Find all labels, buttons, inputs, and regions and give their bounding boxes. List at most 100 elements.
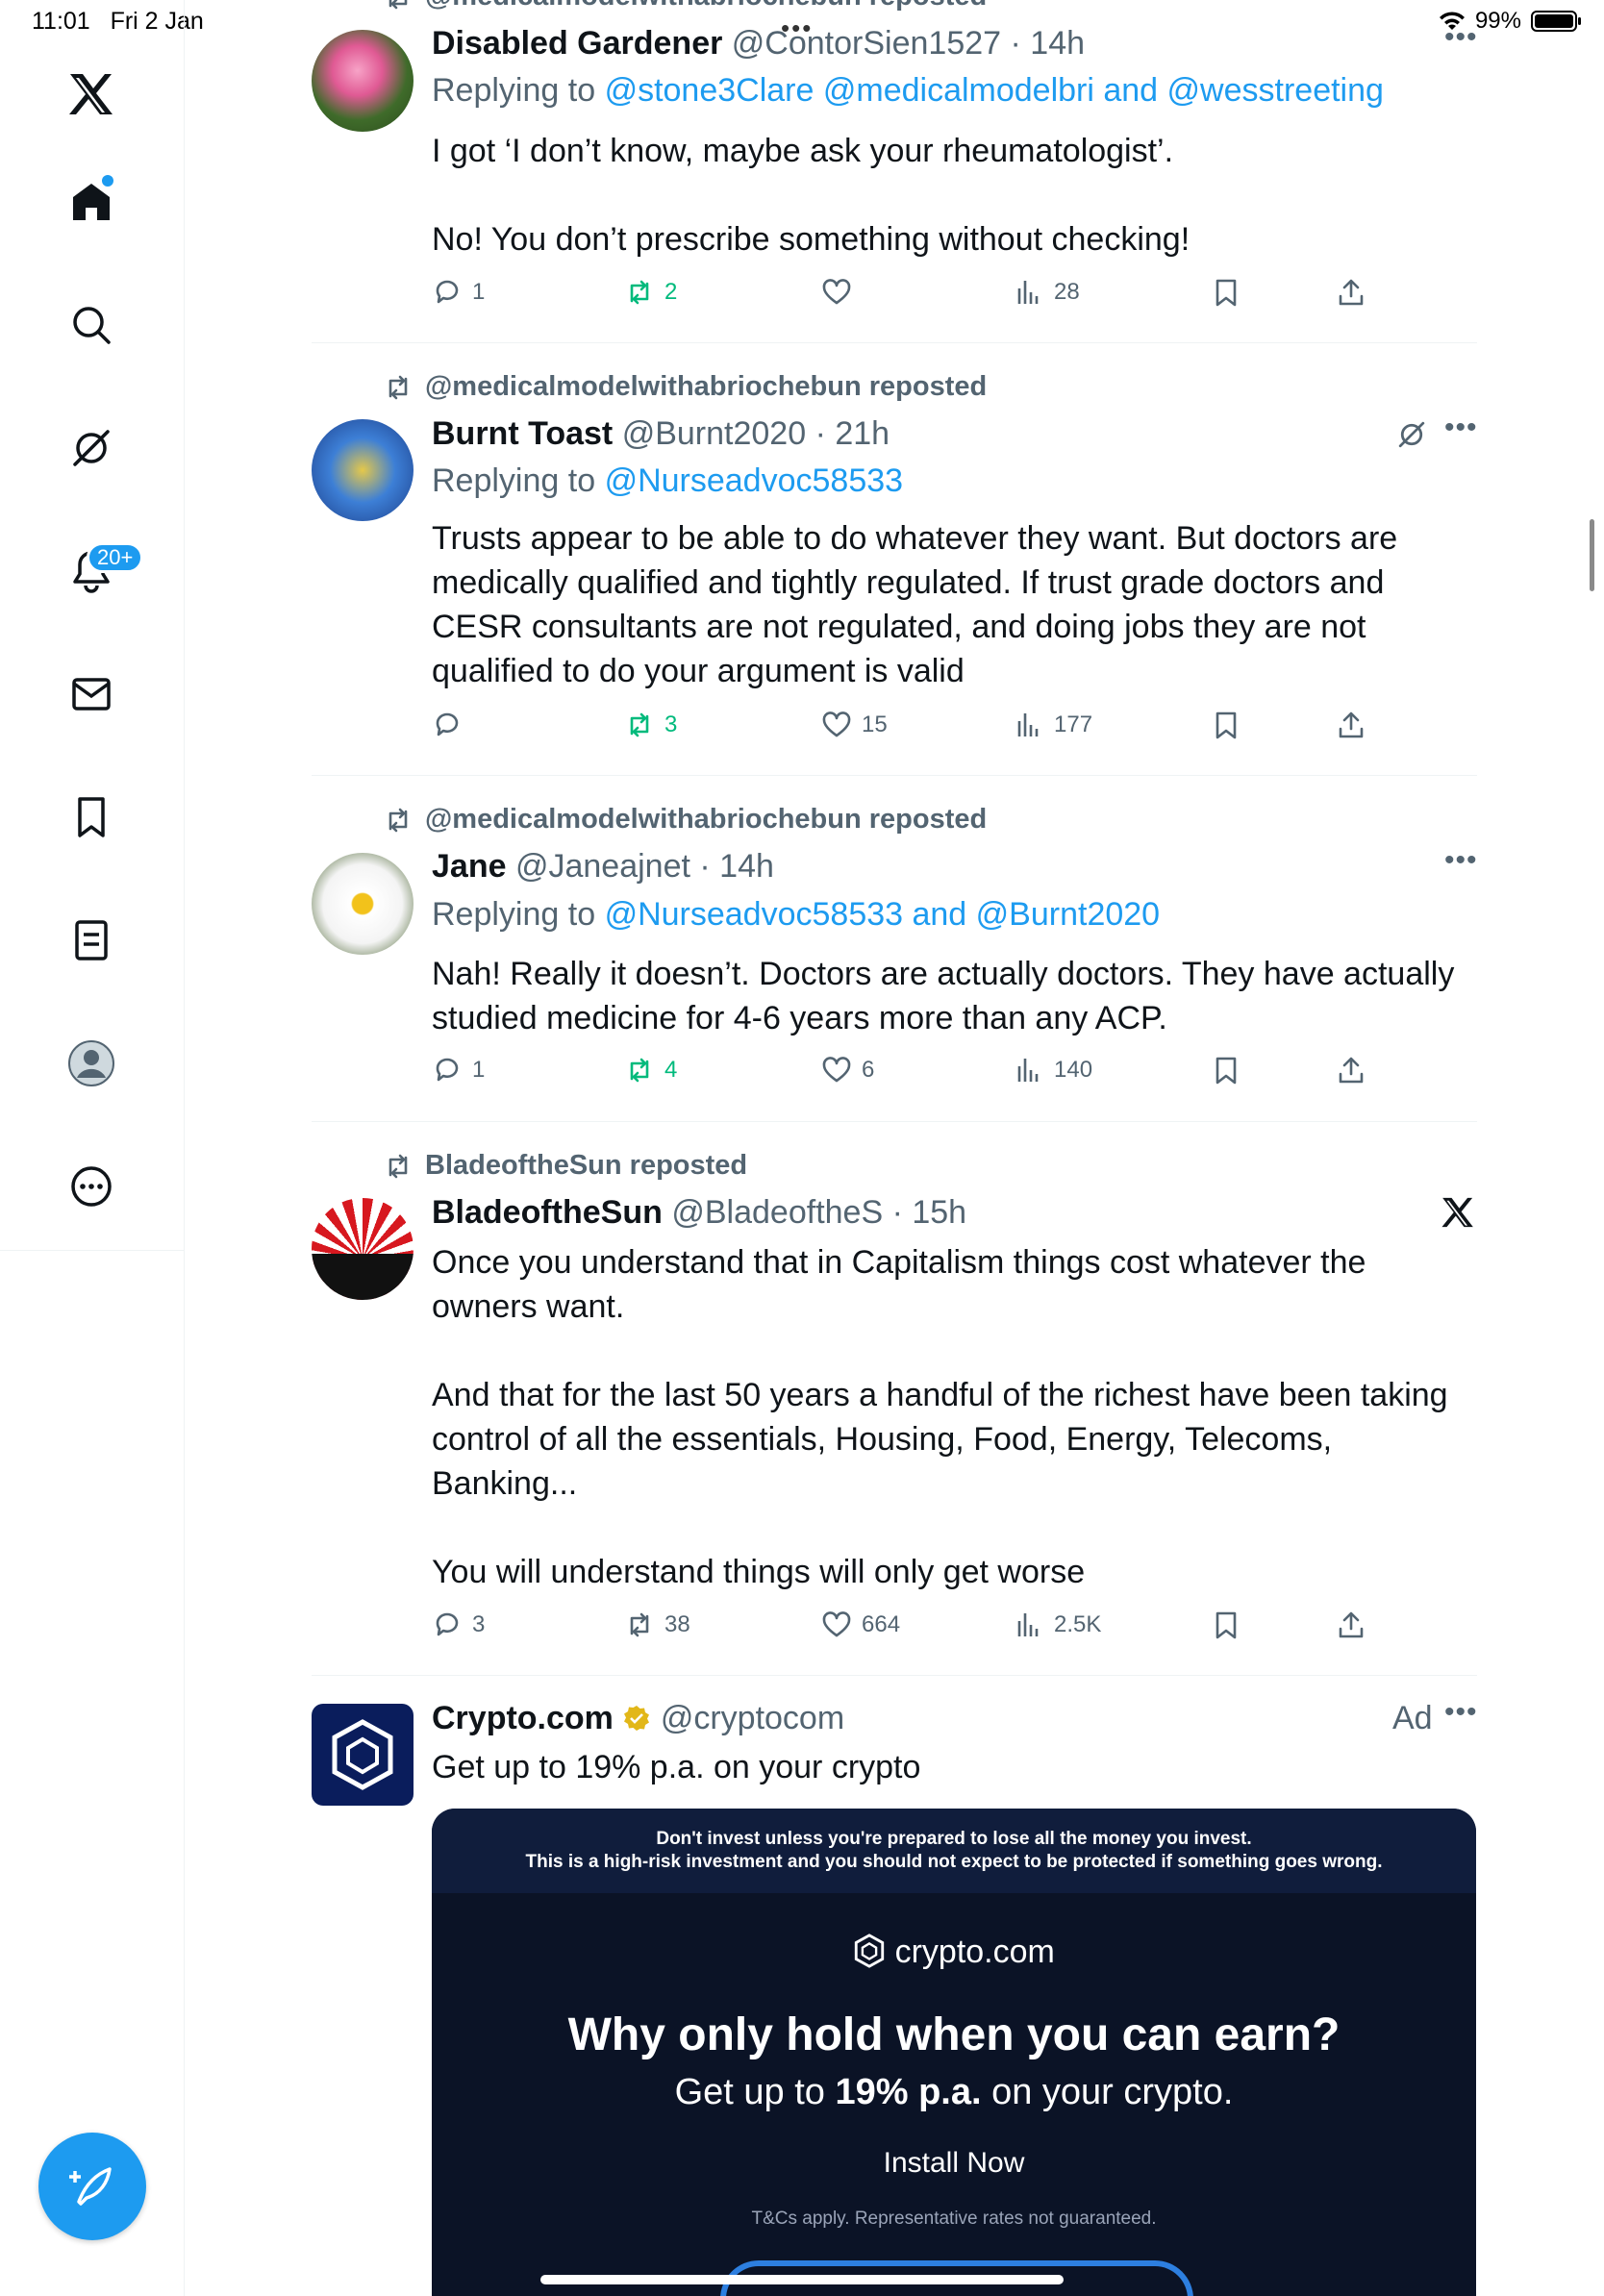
ad-card[interactable]: Don't invest unless you're prepared to l…	[432, 1809, 1476, 2296]
post-time[interactable]: 21h	[835, 415, 890, 452]
repost-button[interactable]: 2	[624, 277, 677, 308]
repost-label: BladeoftheSun reposted	[425, 1150, 748, 1181]
post-time[interactable]: 15h	[912, 1194, 966, 1231]
reply-button[interactable]: 3	[432, 1610, 485, 1640]
repost-icon	[624, 277, 655, 308]
views-icon	[1014, 1055, 1044, 1086]
author-handle[interactable]: @BladeoftheS	[671, 1194, 883, 1231]
x-logo-icon[interactable]	[63, 65, 120, 123]
share-button[interactable]	[1336, 277, 1366, 308]
repost-button[interactable]: 3	[624, 710, 677, 740]
share-button[interactable]	[1336, 1610, 1366, 1640]
reply-icon	[432, 1055, 463, 1086]
search-icon[interactable]	[63, 296, 120, 354]
reply-button[interactable]: 1	[432, 1055, 485, 1086]
post-text: Trusts appear to be able to do whatever …	[432, 520, 1407, 689]
post-divider	[312, 342, 1477, 343]
sidebar: 20+	[0, 0, 185, 2296]
post-more-button[interactable]: •••	[1444, 844, 1478, 877]
post-more-button[interactable]: •••	[1444, 412, 1478, 444]
author-handle[interactable]: @Janeajnet	[515, 848, 690, 885]
bookmark-icon	[1211, 277, 1241, 308]
replying-to: Replying to @Nurseadvoc58533 and @Burnt2…	[432, 896, 1161, 933]
like-button[interactable]: 664	[821, 1610, 900, 1640]
views-icon	[1014, 277, 1044, 308]
ad-warning-line1: Don't invest unless you're prepared to l…	[656, 1829, 1252, 1849]
repost-indicator[interactable]: @medicalmodelwithabriochebun reposted	[383, 0, 987, 12]
ad-more-button[interactable]: •••	[1444, 1696, 1478, 1729]
post-more-button[interactable]: •••	[1444, 21, 1478, 54]
like-button[interactable]	[821, 277, 862, 308]
repost-button[interactable]: 38	[624, 1610, 690, 1640]
grok-icon[interactable]	[1396, 419, 1427, 455]
post-actions: 3 38 664 2.5K	[432, 1610, 1470, 1648]
views-button[interactable]: 28	[1014, 277, 1080, 308]
repost-indicator[interactable]: @medicalmodelwithabriochebun reposted	[383, 371, 987, 403]
replying-to-links[interactable]: @Nurseadvoc58533 and @Burnt2020	[605, 896, 1161, 933]
ad-warning-line2: This is a high-risk investment and you s…	[525, 1852, 1383, 1872]
ad-header: Crypto.com @cryptocom	[432, 1700, 844, 1737]
bookmark-button[interactable]	[1211, 277, 1241, 308]
reply-button[interactable]: 1	[432, 277, 485, 308]
compose-button[interactable]	[38, 2133, 146, 2240]
battery-percent: 99%	[1474, 8, 1521, 34]
bookmark-icon	[1211, 1055, 1241, 1086]
sidebar-divider	[0, 1250, 185, 1251]
avatar-burnt-toast[interactable]	[312, 419, 414, 521]
replying-to: Replying to @stone3Clare @medicalmodelbr…	[432, 72, 1384, 109]
bookmark-button[interactable]	[1211, 710, 1241, 740]
share-button[interactable]	[1336, 710, 1366, 740]
bookmark-icon[interactable]	[63, 788, 120, 846]
avatar-jane[interactable]	[312, 853, 414, 955]
ad-author-name[interactable]: Crypto.com	[432, 1700, 614, 1736]
author-handle[interactable]: @Burnt2020	[622, 415, 806, 452]
ad-install-now[interactable]: Install Now	[432, 2147, 1476, 2180]
ad-subheadline: Get up to 19% p.a. on your crypto.	[674, 2072, 1234, 2112]
repost-button[interactable]: 4	[624, 1055, 677, 1086]
post-text: I got ‘I don’t know, maybe ask your rheu…	[432, 133, 1190, 258]
post-time[interactable]: 14h	[1030, 25, 1085, 62]
post-text: Nah! Really it doesn’t. Doctors are actu…	[432, 956, 1464, 1036]
avatar-disabled-gardener[interactable]	[312, 30, 414, 132]
author-name[interactable]: Disabled Gardener	[432, 25, 722, 62]
post-header: BladeoftheSun @BladeoftheS · 15h	[432, 1194, 967, 1231]
bookmark-button[interactable]	[1211, 1610, 1241, 1640]
more-circle-icon[interactable]	[63, 1158, 120, 1215]
list-icon[interactable]	[63, 911, 120, 969]
views-button[interactable]: 2.5K	[1014, 1610, 1101, 1640]
views-button[interactable]: 140	[1014, 1055, 1092, 1086]
home-indicator[interactable]	[540, 2275, 1064, 2284]
bookmark-button[interactable]	[1211, 1055, 1241, 1086]
ad-brand: crypto.com	[432, 1934, 1476, 1971]
scroll-indicator[interactable]	[1590, 519, 1594, 591]
repost-indicator[interactable]: BladeoftheSun reposted	[383, 1150, 747, 1182]
like-button[interactable]: 6	[821, 1055, 874, 1086]
author-name[interactable]: Jane	[432, 848, 507, 885]
post-text: Once you understand that in Capitalism t…	[432, 1244, 1448, 1590]
author-name[interactable]: Burnt Toast	[432, 415, 613, 452]
replying-to-links[interactable]: @stone3Clare @medicalmodelbri and @wesst…	[605, 72, 1384, 109]
crypto-logo-icon	[854, 1934, 885, 1968]
repost-label: @medicalmodelwithabriochebun reposted	[425, 0, 987, 12]
reply-button[interactable]	[432, 710, 472, 740]
repost-label: @medicalmodelwithabriochebun reposted	[425, 804, 988, 835]
repost-icon	[624, 1610, 655, 1640]
share-button[interactable]	[1336, 1055, 1366, 1086]
repost-indicator[interactable]: @medicalmodelwithabriochebun reposted	[383, 804, 987, 836]
ad-headline: Why only hold when you can earn?	[567, 2009, 1341, 2060]
avatar-bladeofthesun[interactable]	[312, 1198, 414, 1300]
views-button[interactable]: 177	[1014, 710, 1092, 740]
profile-icon[interactable]	[63, 1035, 120, 1092]
post-time[interactable]: 14h	[719, 848, 774, 885]
views-icon	[1014, 1610, 1044, 1640]
author-name[interactable]: BladeoftheSun	[432, 1194, 663, 1231]
mail-icon[interactable]	[63, 665, 120, 723]
grok-icon[interactable]	[63, 419, 120, 477]
author-handle[interactable]: @ContorSien1527	[732, 25, 1001, 62]
post-divider	[312, 1675, 1477, 1676]
avatar-cryptocom[interactable]	[312, 1704, 414, 1806]
like-button[interactable]: 15	[821, 710, 888, 740]
replying-to-links[interactable]: @Nurseadvoc58533	[605, 462, 903, 499]
ad-author-handle[interactable]: @cryptocom	[661, 1700, 844, 1736]
ad-banner: crypto.com Why only hold when you can ea…	[432, 1893, 1476, 2296]
